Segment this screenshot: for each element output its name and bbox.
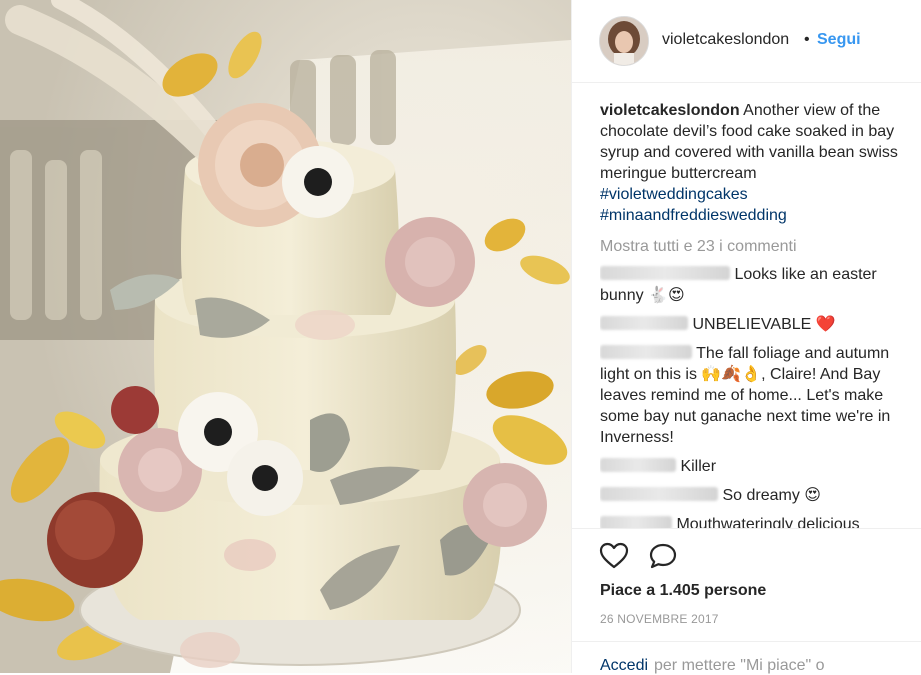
comment-text: Killer — [680, 458, 717, 475]
comment-text: UNBELIEVABLE ❤️ — [692, 316, 836, 333]
comment: The fall foliage and autumn light on thi… — [600, 343, 912, 448]
post-actions: Piace a 1.405 persone 26 NOVEMBRE 2017 A… — [572, 528, 921, 674]
avatar-image — [600, 17, 648, 65]
comments-list[interactable]: violetcakeslondon Another view of the ch… — [600, 100, 912, 528]
hashtag-link[interactable]: #minaandfreddieswedding — [600, 205, 912, 226]
post-username[interactable]: violetcakeslondon — [662, 31, 789, 49]
comment-text: Mouthwateringly delicious — [676, 516, 860, 528]
comment-text: The fall foliage and autumn light on thi… — [600, 345, 891, 446]
caption: violetcakeslondon Another view of the ch… — [600, 100, 912, 226]
caption-username[interactable]: violetcakeslondon — [600, 102, 740, 119]
speech-bubble-icon[interactable] — [648, 542, 678, 575]
comment: Looks like an easter bunny 🐇😍 — [600, 264, 912, 306]
follow-button[interactable]: Segui — [817, 31, 861, 49]
likes-count[interactable]: Piace a 1.405 persone — [600, 582, 766, 600]
hashtag-link[interactable]: #violetweddingcakes — [600, 184, 912, 205]
separator-dot: • — [804, 31, 810, 48]
comment: Killer — [600, 456, 912, 477]
comment-text: So dreamy 😍 — [722, 487, 821, 504]
login-link[interactable]: Accedi — [600, 657, 648, 675]
comment-username[interactable] — [600, 316, 688, 330]
comment-username[interactable] — [600, 345, 692, 359]
login-prompt-text: per mettere "Mi piace" o — [654, 657, 825, 674]
heart-outline-icon[interactable] — [599, 542, 629, 575]
post-sidebar: violetcakeslondon • Segui violetcakeslon… — [571, 0, 921, 674]
comment-username[interactable] — [600, 487, 718, 501]
post-header: violetcakeslondon • Segui — [572, 0, 921, 83]
comment: UNBELIEVABLE ❤️ — [600, 314, 912, 335]
post-date[interactable]: 26 NOVEMBRE 2017 — [600, 612, 719, 626]
cake-illustration — [0, 0, 571, 673]
login-prompt: Accedi per mettere "Mi piace" o — [572, 641, 921, 675]
comment: So dreamy 😍 — [600, 485, 912, 506]
comment-username[interactable] — [600, 458, 676, 472]
avatar[interactable] — [599, 16, 649, 66]
comment: Mouthwateringly delicious — [600, 514, 912, 528]
comment-username[interactable] — [600, 516, 672, 528]
post-photo[interactable] — [0, 0, 571, 673]
comment-username[interactable] — [600, 266, 730, 280]
load-more-comments-button[interactable]: Mostra tutti e 23 i commenti — [600, 236, 912, 257]
